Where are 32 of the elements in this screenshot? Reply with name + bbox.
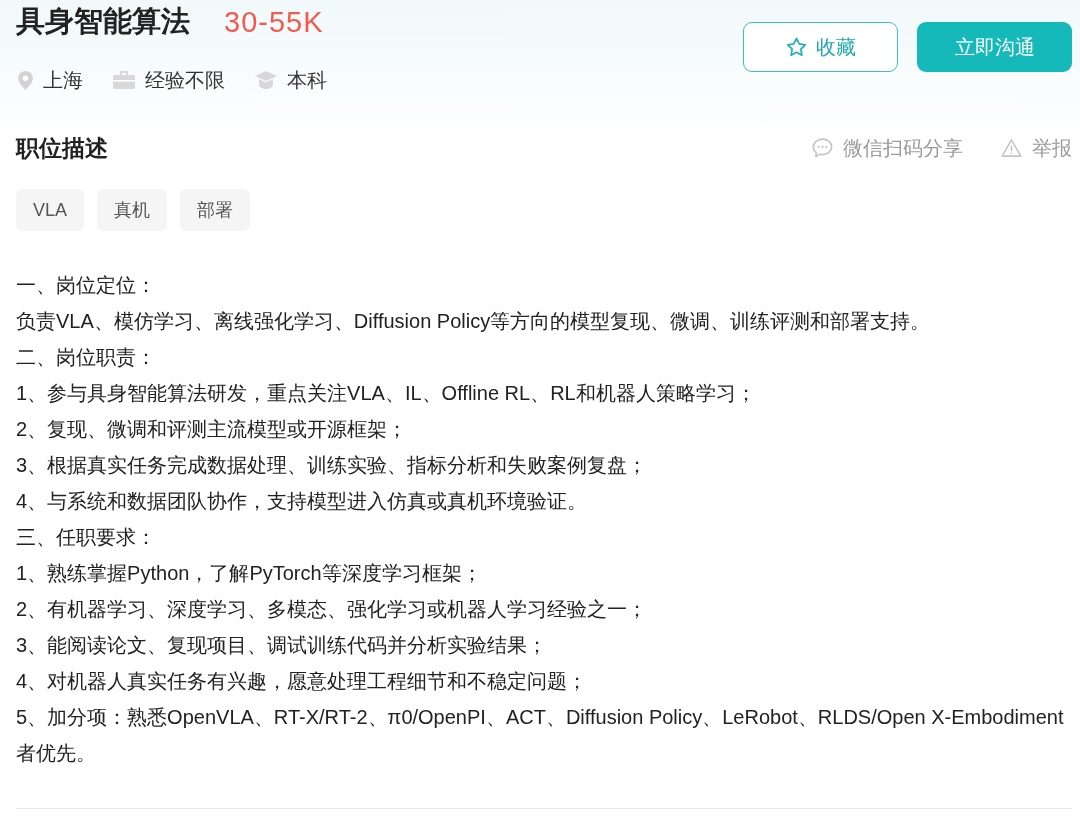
description-text: 二、岗位职责： <box>16 345 157 370</box>
description-text: 1、熟练掌握Python，了解PyTorch等深度学习框架； <box>16 561 483 586</box>
description-text: 2、复现、微调和评测主流模型或开源框架； <box>16 417 409 442</box>
section-title: 职位描述 <box>16 133 108 163</box>
skill-tag: 部署 <box>180 189 251 231</box>
location-pin-icon <box>18 70 33 90</box>
skill-tag: 真机 <box>97 189 168 231</box>
description-text: 三、任职要求： <box>16 525 157 550</box>
salary-range: 30-55K <box>224 5 324 39</box>
job-meta-text: 经验不限 <box>145 67 225 93</box>
description-text: 负责VLA、模仿学习、离线强化学习、Diffusion Policy等方向的模型复现、微调、训练评测和部署支持。 <box>16 309 932 334</box>
job-meta-text: 上海 <box>43 67 83 93</box>
briefcase-icon <box>113 71 135 89</box>
star-icon <box>785 37 807 57</box>
warning-icon <box>1001 138 1022 158</box>
description-text: 3、根据真实任务完成数据处理、训练实验、指标分析和失败案例复盘； <box>16 453 649 478</box>
chat-bubble-icon <box>812 138 833 158</box>
job-title: 具身智能算法 <box>16 4 190 39</box>
job-meta-text: 本科 <box>287 67 327 93</box>
favorite-button[interactable]: 收藏 <box>743 22 898 72</box>
description-text: 4、对机器人真实任务有兴趣，愿意处理工程细节和不稳定问题； <box>16 669 589 694</box>
description-text: 4、与系统和数据团队协作，支持模型进入仿真或真机环境验证。 <box>16 489 589 514</box>
graduation-cap-icon <box>255 71 277 89</box>
description-text: 1、参与具身智能算法研发，重点关注VLA、IL、Offline RL、RL和机器人策略学习； <box>16 381 757 406</box>
report-link[interactable]: 举报 <box>1001 134 1072 162</box>
description-text: 2、有机器学习、深度学习、多模态、强化学习或机器人学习经验之一； <box>16 597 649 622</box>
description-text: 5、加分项：熟悉OpenVLA、RT-X/RT-2、π0/OpenPI、ACT、Diffusion Policy、LeRobot、RLDS/Open X-Embodiment者优先。 <box>16 705 1065 766</box>
skill-tag: VLA <box>16 189 85 231</box>
description-text: 一、岗位定位： <box>16 273 157 298</box>
description-text: 3、能阅读论文、复现项目、调试训练代码并分析实验结果； <box>16 633 549 658</box>
share-link[interactable]: 微信扫码分享 <box>812 134 963 162</box>
chat-now-button[interactable]: 立即沟通 <box>917 22 1072 72</box>
